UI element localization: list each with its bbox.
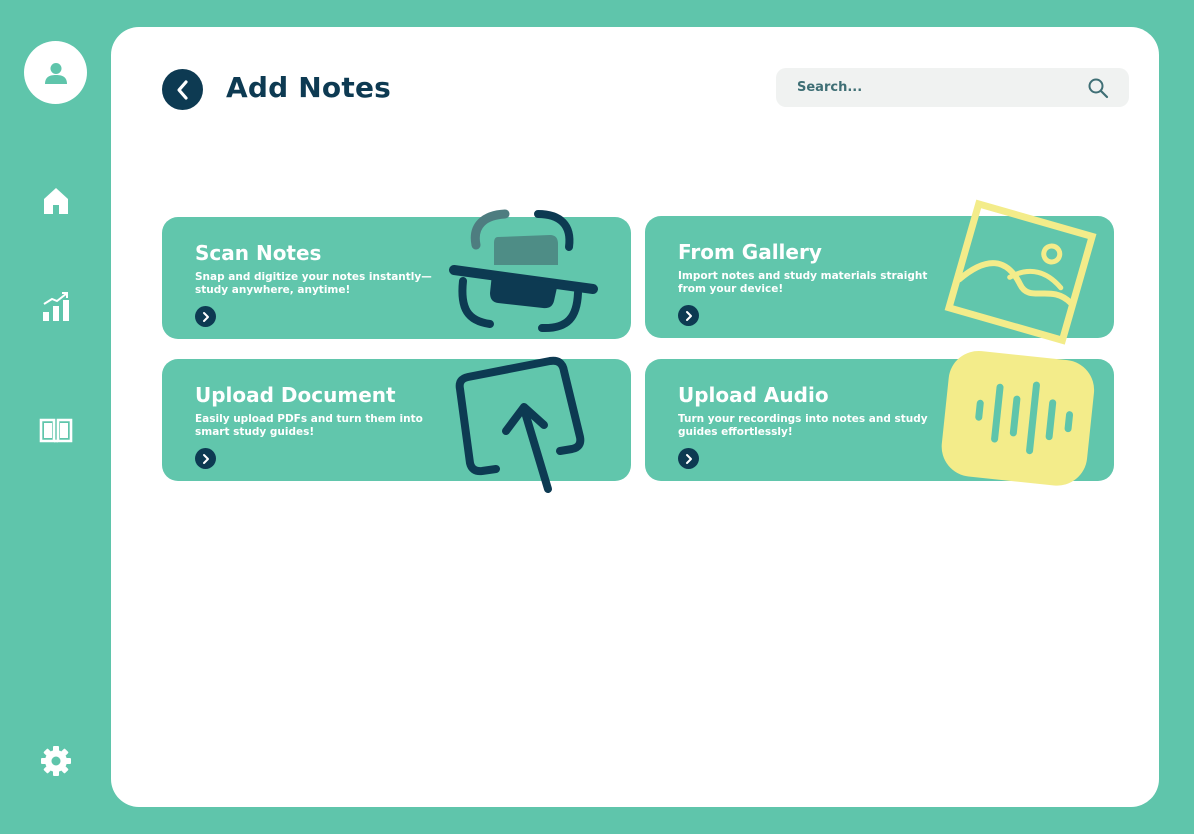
search-icon[interactable] — [1087, 77, 1109, 99]
search-input[interactable] — [797, 80, 1067, 95]
chevron-left-icon — [176, 79, 188, 100]
scan-notes-card[interactable]: Scan Notes Snap and digitize your notes … — [162, 209, 631, 339]
main-panel: Add Notes Scan Notes Snap and digitize y… — [111, 27, 1159, 807]
sidebar-item-home[interactable] — [38, 183, 74, 219]
card-title: Upload Document — [195, 383, 396, 407]
chevron-right-icon — [685, 453, 692, 464]
page-title: Add Notes — [226, 71, 392, 104]
upload-document-card[interactable]: Upload Document Easily upload PDFs and t… — [162, 356, 631, 493]
search-bar[interactable] — [776, 68, 1129, 107]
scan-icon — [449, 209, 598, 333]
book-icon — [39, 418, 73, 443]
from-gallery-card[interactable]: From Gallery Import notes and study mate… — [645, 199, 1114, 345]
from-gallery-arrow-button[interactable] — [678, 305, 699, 326]
upload-audio-card[interactable]: Upload Audio Turn your recordings into n… — [645, 350, 1114, 486]
bar-chart-icon — [43, 292, 69, 321]
home-icon — [44, 188, 68, 214]
card-description: Import notes and study materials straigh… — [678, 270, 928, 295]
scan-notes-arrow-button[interactable] — [195, 306, 216, 327]
profile-avatar[interactable] — [24, 41, 87, 104]
card-description: Turn your recordings into notes and stud… — [678, 413, 928, 438]
card-title: From Gallery — [678, 240, 822, 264]
sidebar-item-library[interactable] — [38, 412, 74, 448]
gear-icon — [41, 746, 71, 776]
card-title: Upload Audio — [678, 383, 829, 407]
user-icon — [44, 62, 67, 84]
back-button[interactable] — [162, 69, 203, 110]
sidebar-item-settings[interactable] — [38, 743, 74, 779]
upload-document-arrow-button[interactable] — [195, 448, 216, 469]
upload-audio-arrow-button[interactable] — [678, 448, 699, 469]
image-icon — [944, 199, 1097, 345]
sidebar-item-stats[interactable] — [38, 288, 74, 324]
card-description: Snap and digitize your notes instantly—s… — [195, 271, 432, 296]
chevron-right-icon — [202, 453, 209, 464]
chevron-right-icon — [685, 310, 692, 321]
card-title: Scan Notes — [195, 241, 322, 265]
upload-icon — [455, 356, 585, 493]
card-description: Easily upload PDFs and turn them into sm… — [195, 413, 423, 438]
audio-wave-icon — [941, 350, 1095, 486]
chevron-right-icon — [202, 311, 209, 322]
sidebar — [0, 0, 111, 834]
